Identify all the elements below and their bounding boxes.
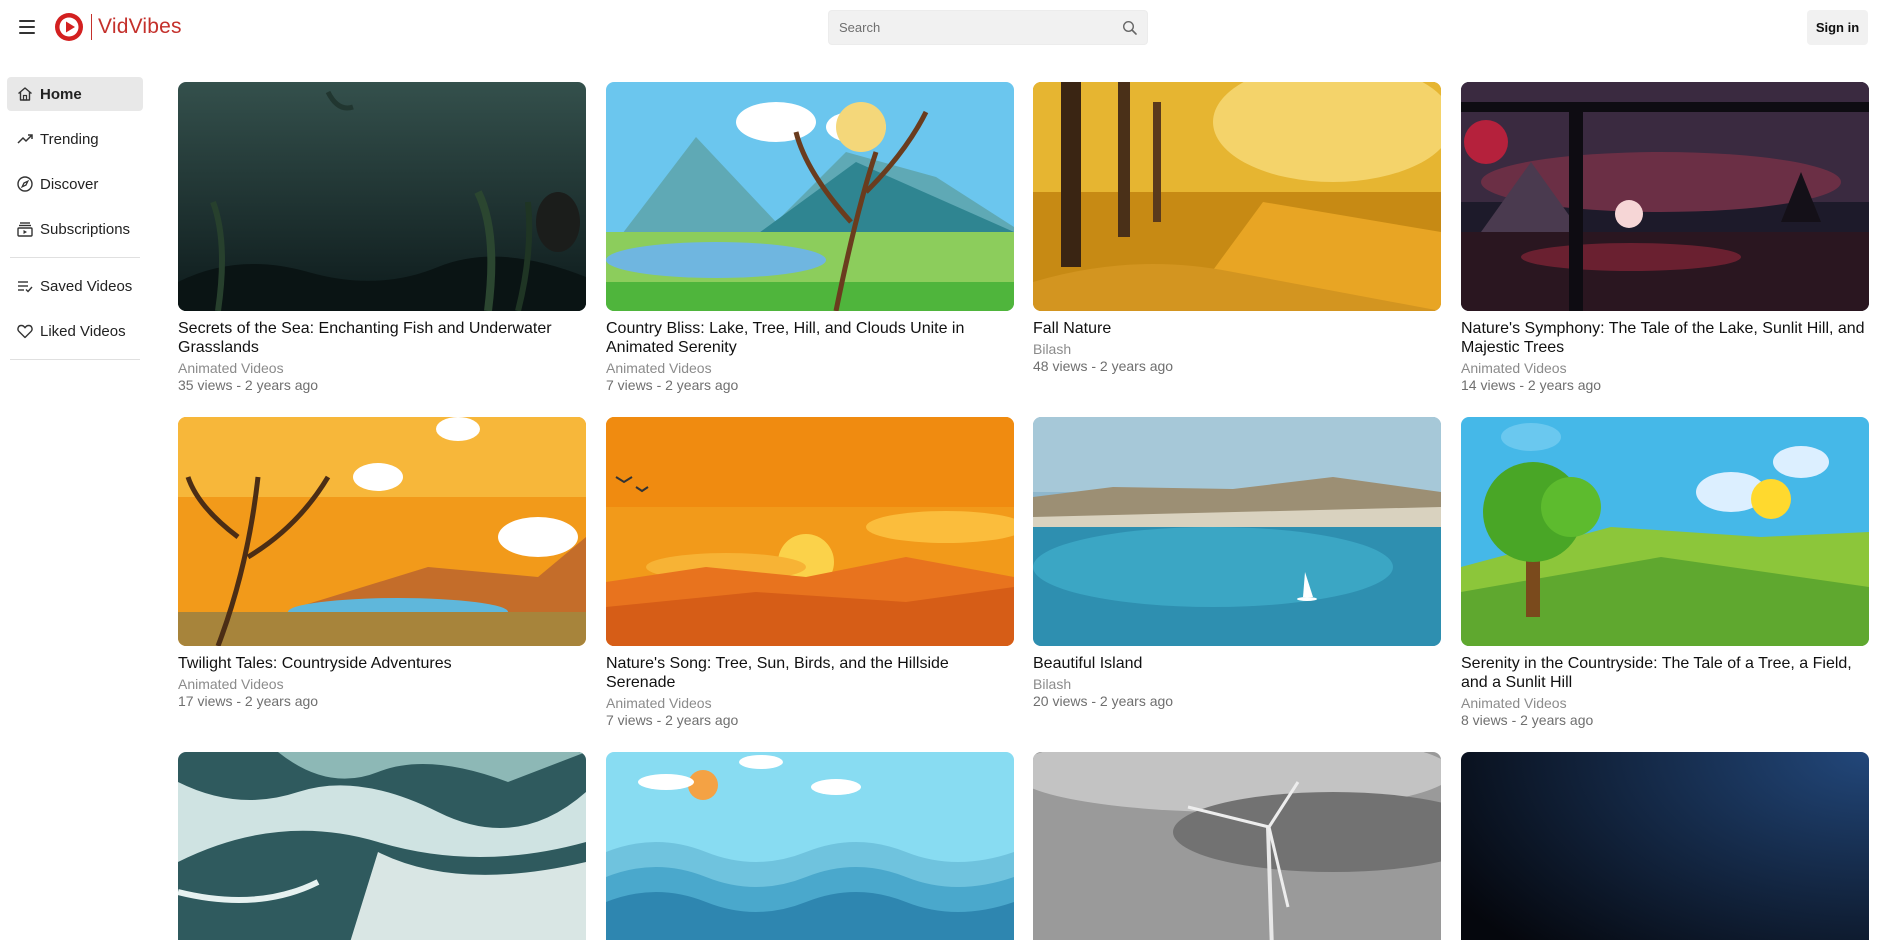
- channel-name[interactable]: Animated Videos: [178, 360, 586, 377]
- video-meta: 8 views - 2 years ago: [1461, 712, 1594, 728]
- playlist-check-icon: [16, 277, 34, 295]
- sidebar-item-discover[interactable]: Discover: [7, 167, 143, 201]
- search-box: [828, 10, 1148, 45]
- channel-name[interactable]: Animated Videos: [1461, 695, 1869, 712]
- sidebar-item-label: Subscriptions: [40, 220, 131, 238]
- search-icon[interactable]: [1121, 19, 1139, 37]
- channel-name[interactable]: Animated Videos: [178, 676, 586, 693]
- trending-icon: [16, 130, 34, 148]
- logo-divider: [91, 14, 92, 40]
- video-title[interactable]: Secrets of the Sea: Enchanting Fish and …: [178, 319, 586, 357]
- video-meta: 20 views - 2 years ago: [1033, 693, 1174, 709]
- sidebar: Home Trending Discover Subscriptions Sav…: [7, 77, 143, 371]
- video-title[interactable]: Fall Nature: [1033, 319, 1441, 338]
- video-card[interactable]: [1033, 752, 1441, 940]
- sidebar-item-label: Saved Videos: [40, 277, 133, 295]
- channel-name[interactable]: Animated Videos: [606, 360, 1014, 377]
- video-card[interactable]: [178, 752, 586, 940]
- play-logo-icon: [55, 13, 83, 41]
- video-card[interactable]: Fall Nature Bilash 48 views - 2 years ag…: [1033, 82, 1441, 375]
- channel-name[interactable]: Bilash: [1033, 341, 1441, 358]
- video-meta: 17 views - 2 years ago: [178, 693, 319, 709]
- channel-name[interactable]: Animated Videos: [1461, 360, 1869, 377]
- video-thumbnail[interactable]: [178, 752, 586, 940]
- video-thumbnail[interactable]: [1033, 82, 1441, 311]
- sidebar-item-liked-videos[interactable]: Liked Videos: [7, 314, 143, 348]
- video-card[interactable]: [1461, 752, 1869, 940]
- video-thumbnail[interactable]: [1033, 417, 1441, 646]
- heart-icon: [16, 322, 34, 340]
- sidebar-item-home[interactable]: Home: [7, 77, 143, 111]
- sidebar-item-label: Home: [40, 85, 82, 103]
- sidebar-divider: [10, 359, 140, 360]
- sidebar-item-label: Trending: [40, 130, 99, 148]
- subscriptions-icon: [16, 220, 34, 238]
- video-meta: 48 views - 2 years ago: [1033, 358, 1174, 374]
- search-input[interactable]: [829, 11, 1109, 44]
- video-thumbnail[interactable]: [178, 417, 586, 646]
- video-thumbnail[interactable]: [1461, 417, 1869, 646]
- video-thumbnail[interactable]: [1461, 82, 1869, 311]
- video-card[interactable]: Nature's Song: Tree, Sun, Birds, and the…: [606, 417, 1014, 729]
- sign-in-button[interactable]: Sign in: [1807, 10, 1868, 45]
- top-bar: VidVibes Sign in: [0, 0, 1882, 56]
- sidebar-item-saved-videos[interactable]: Saved Videos: [7, 269, 143, 303]
- sidebar-item-subscriptions[interactable]: Subscriptions: [7, 212, 143, 246]
- channel-name[interactable]: Bilash: [1033, 676, 1441, 693]
- video-card[interactable]: Country Bliss: Lake, Tree, Hill, and Clo…: [606, 82, 1014, 394]
- video-title[interactable]: Nature's Symphony: The Tale of the Lake,…: [1461, 319, 1869, 357]
- video-thumbnail[interactable]: [606, 417, 1014, 646]
- video-card[interactable]: Beautiful Island Bilash 20 views - 2 yea…: [1033, 417, 1441, 710]
- video-thumbnail[interactable]: [1033, 752, 1441, 940]
- sidebar-item-label: Liked Videos: [40, 322, 126, 340]
- video-title[interactable]: Twilight Tales: Countryside Adventures: [178, 654, 586, 673]
- sidebar-item-trending[interactable]: Trending: [7, 122, 143, 156]
- video-meta: 35 views - 2 years ago: [178, 377, 319, 393]
- home-icon: [16, 85, 34, 103]
- video-thumbnail[interactable]: [606, 82, 1014, 311]
- logo[interactable]: VidVibes: [55, 13, 182, 41]
- video-title[interactable]: Serenity in the Countryside: The Tale of…: [1461, 654, 1869, 692]
- app-name: VidVibes: [98, 15, 182, 38]
- video-meta: 14 views - 2 years ago: [1461, 377, 1602, 393]
- video-thumbnail[interactable]: [178, 82, 586, 311]
- video-thumbnail[interactable]: [606, 752, 1014, 940]
- menu-icon[interactable]: [17, 16, 39, 38]
- video-card[interactable]: [606, 752, 1014, 940]
- video-meta: 7 views - 2 years ago: [606, 712, 739, 728]
- video-meta: 7 views - 2 years ago: [606, 377, 739, 393]
- sidebar-item-label: Discover: [40, 175, 99, 193]
- sidebar-divider: [10, 257, 140, 258]
- compass-icon: [16, 175, 34, 193]
- video-thumbnail[interactable]: [1461, 752, 1869, 940]
- video-card[interactable]: Serenity in the Countryside: The Tale of…: [1461, 417, 1869, 729]
- video-card[interactable]: Nature's Symphony: The Tale of the Lake,…: [1461, 82, 1869, 394]
- video-title[interactable]: Beautiful Island: [1033, 654, 1441, 673]
- video-title[interactable]: Nature's Song: Tree, Sun, Birds, and the…: [606, 654, 1014, 692]
- video-title[interactable]: Country Bliss: Lake, Tree, Hill, and Clo…: [606, 319, 1014, 357]
- video-card[interactable]: Twilight Tales: Countryside Adventures A…: [178, 417, 586, 710]
- video-card[interactable]: Secrets of the Sea: Enchanting Fish and …: [178, 82, 586, 394]
- channel-name[interactable]: Animated Videos: [606, 695, 1014, 712]
